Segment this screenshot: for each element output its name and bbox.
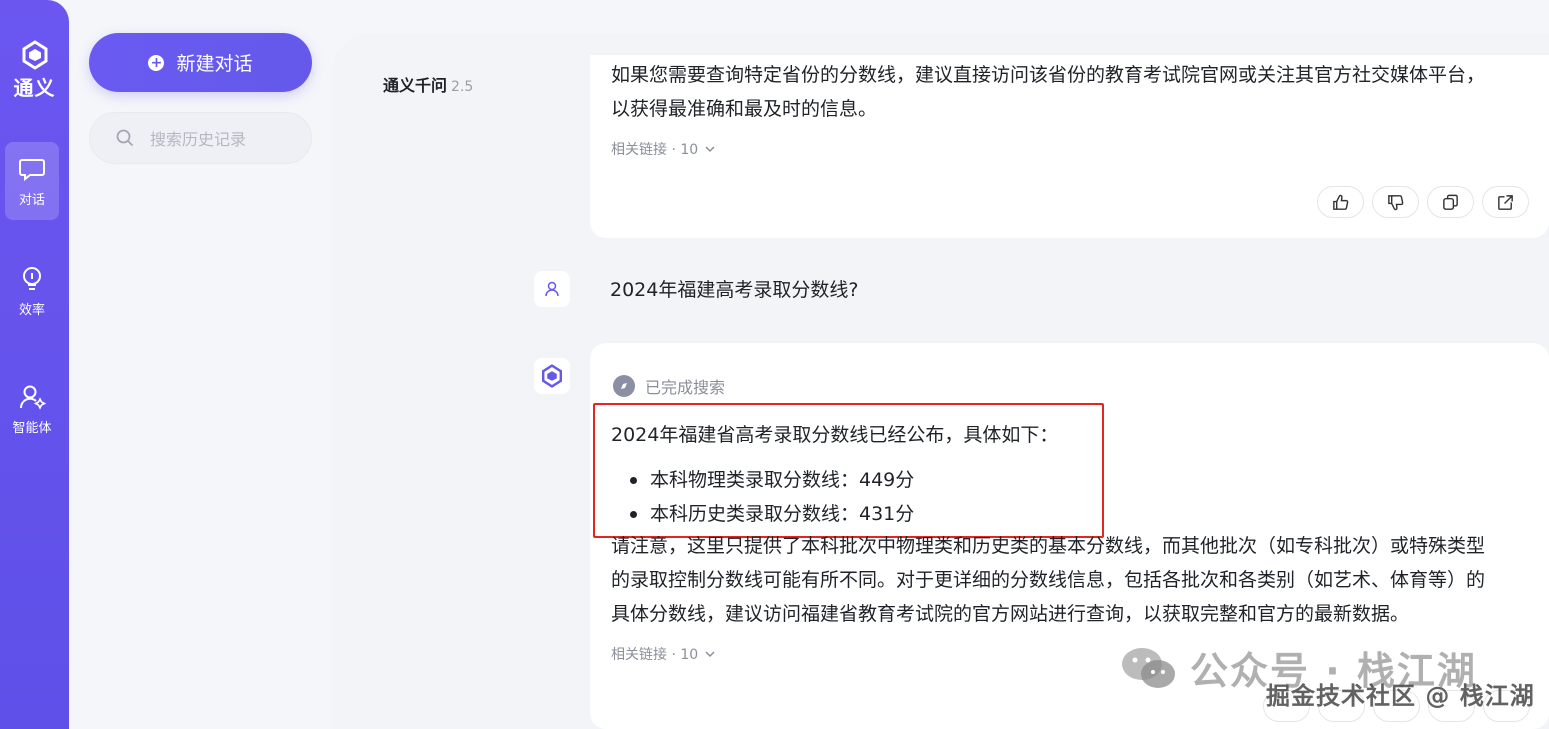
related-links-label: 相关链接 · 10 bbox=[611, 647, 699, 663]
tongyi-logo-icon bbox=[542, 364, 562, 388]
chevron-down-icon bbox=[705, 651, 715, 658]
related-links-label: 相关链接 · 10 bbox=[611, 142, 699, 158]
left-rail: 通义 对话 效率 智能体 bbox=[0, 0, 69, 729]
logo-text: 通义 bbox=[13, 76, 56, 100]
copy-icon bbox=[1443, 194, 1458, 210]
rail-item-chat[interactable]: 对话 bbox=[5, 142, 59, 220]
answer-text: 如果您需要查询特定省份的分数线，建议直接访问该省份的教育考试院官网或关注其官方社… bbox=[611, 64, 1486, 86]
thumbs-down-icon bbox=[1388, 194, 1404, 210]
answer-actions bbox=[1317, 186, 1529, 218]
rail-item-label: 效率 bbox=[18, 302, 45, 318]
search-icon bbox=[116, 129, 134, 147]
rail-item-efficiency[interactable]: 效率 bbox=[5, 252, 59, 330]
chat-icon bbox=[19, 158, 45, 181]
like-button[interactable] bbox=[1317, 186, 1364, 218]
rail-item-label: 智能体 bbox=[12, 420, 52, 436]
user-icon bbox=[545, 281, 559, 297]
rail-item-label: 对话 bbox=[18, 192, 45, 208]
search-placeholder: 搜索历史记录 bbox=[150, 130, 247, 149]
answer-note: 的录取控制分数线可能有所不同。对于更详细的分数线信息，包括各批次和各类别（如艺术… bbox=[611, 569, 1486, 591]
copy-button[interactable] bbox=[1427, 186, 1474, 218]
highlight-annotation-box bbox=[593, 403, 1104, 538]
compass-icon bbox=[613, 375, 635, 397]
conversation-panel: + 新建对话 搜索历史记录 bbox=[69, 0, 332, 729]
model-version: 2.5 bbox=[451, 79, 474, 95]
answer-text: 以获得最准确和最及时的信息。 bbox=[611, 98, 878, 120]
plus-icon: + bbox=[148, 54, 165, 71]
app-logo[interactable]: 通义 bbox=[0, 40, 69, 101]
assistant-avatar bbox=[534, 358, 570, 394]
chevron-down-icon bbox=[705, 146, 715, 153]
share-icon bbox=[1498, 194, 1513, 210]
tongyi-logo-icon bbox=[22, 40, 47, 70]
dislike-button[interactable] bbox=[1372, 186, 1419, 218]
juejin-watermark: 掘金技术社区 @ 栈江湖 bbox=[1266, 682, 1535, 710]
related-links-toggle[interactable]: 相关链接 · 10 bbox=[611, 139, 716, 159]
share-button[interactable] bbox=[1482, 186, 1529, 218]
related-links-toggle[interactable]: 相关链接 · 10 bbox=[611, 644, 716, 664]
model-label: 通义千问 2.5 bbox=[383, 72, 473, 96]
bulb-icon bbox=[23, 266, 41, 290]
user-question: 2024年福建高考录取分数线? bbox=[610, 279, 859, 301]
agent-icon bbox=[19, 385, 46, 410]
user-avatar bbox=[534, 271, 570, 307]
answer-note: 具体分数线，建议访问福建省教育考试院的官方网站进行查询，以获取完整和官方的最新数… bbox=[611, 603, 1410, 625]
wechat-icon bbox=[1122, 647, 1175, 688]
search-history-input[interactable]: 搜索历史记录 bbox=[89, 112, 312, 164]
answer-note: 请注意，这里只提供了本科批次中物理类和历史类的基本分数线，而其他批次（如专科批次… bbox=[611, 535, 1486, 557]
search-status[interactable]: 已完成搜索 bbox=[613, 374, 725, 398]
model-name: 通义千问 bbox=[383, 76, 448, 95]
new-chat-button[interactable]: + 新建对话 bbox=[89, 33, 312, 92]
new-chat-label: 新建对话 bbox=[176, 53, 253, 75]
search-status-label: 已完成搜索 bbox=[645, 378, 726, 397]
thumbs-up-icon bbox=[1333, 194, 1349, 210]
rail-item-agent[interactable]: 智能体 bbox=[5, 370, 59, 448]
